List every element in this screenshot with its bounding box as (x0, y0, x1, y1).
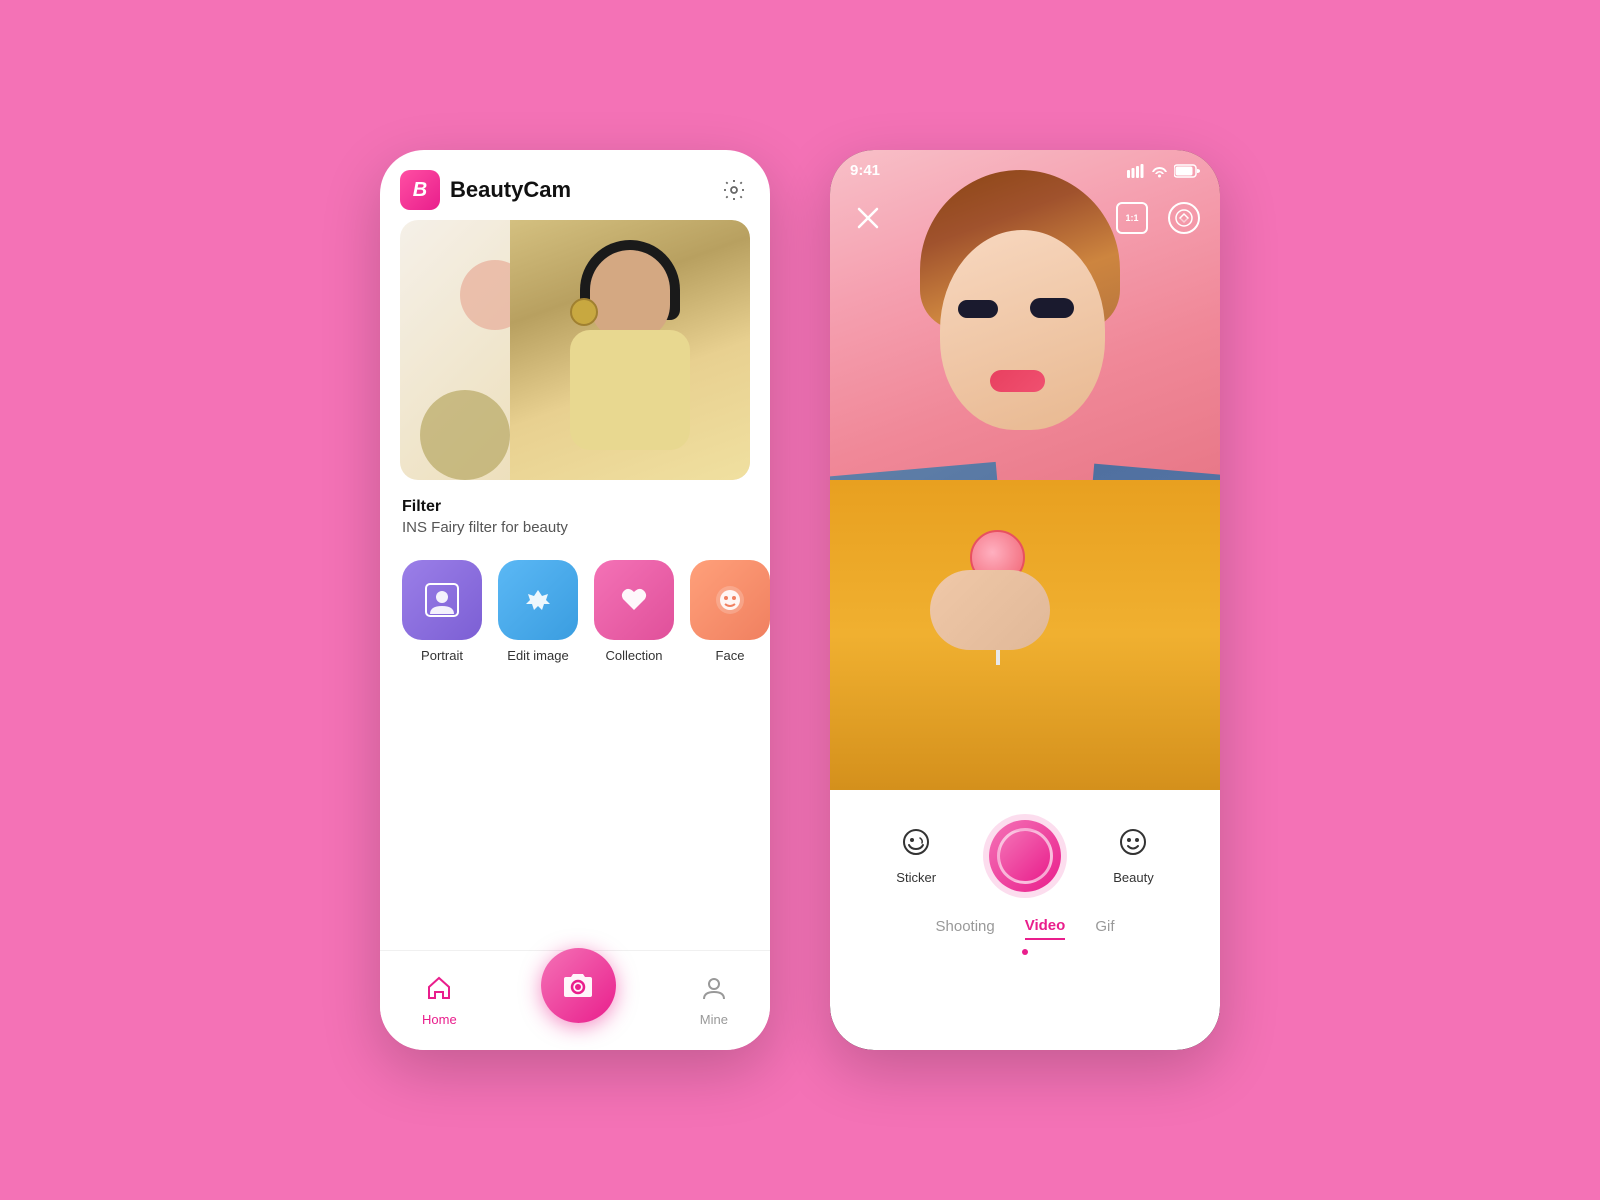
face-label: Face (716, 648, 745, 663)
eye-right (1030, 298, 1074, 318)
right-phone: 9:41 (830, 150, 1220, 1050)
beauty-label: Beauty (1113, 870, 1153, 885)
person-figure (540, 230, 720, 480)
home-label: Home (422, 1012, 457, 1027)
active-dot (1022, 949, 1028, 955)
settings-icon[interactable] (718, 174, 750, 206)
sticker-control[interactable]: Sticker (896, 827, 936, 885)
beauty-control[interactable]: Beauty (1113, 827, 1153, 885)
feature-icons-row: Portrait Edit image Collection (380, 550, 770, 673)
portrait-label: Portrait (421, 648, 463, 663)
hand (930, 570, 1050, 650)
app-logo: B (400, 170, 440, 210)
home-icon (426, 975, 452, 1008)
app-title: BeautyCam (450, 177, 571, 203)
edit-image-icon-box[interactable] (498, 560, 578, 640)
feature-face[interactable]: Face (690, 560, 770, 663)
tab-shooting[interactable]: Shooting (936, 918, 995, 939)
status-bar: 9:41 (830, 150, 1220, 187)
camera-control-row: Sticker Beauty (850, 810, 1200, 902)
camera-viewfinder: 1:1 (830, 150, 1220, 790)
feature-edit-image[interactable]: Edit image (498, 560, 578, 663)
active-mode-indicator (850, 949, 1200, 955)
collection-label: Collection (605, 648, 662, 663)
tab-video[interactable]: Video (1025, 917, 1066, 940)
hero-person-image (510, 220, 750, 480)
hero-banner (400, 220, 750, 480)
logo-area: B BeautyCam (400, 170, 571, 210)
nav-mine[interactable]: Mine (700, 975, 728, 1027)
mode-tabs: Shooting Video Gif (850, 902, 1200, 945)
sticker-icon (901, 827, 931, 864)
status-time: 9:41 (850, 162, 880, 179)
shutter-inner (997, 828, 1053, 884)
aspect-ratio-button[interactable]: 1:1 (1116, 202, 1148, 234)
filter-label: Filter (402, 498, 748, 516)
camera-fab-button[interactable] (541, 948, 616, 1023)
tab-gif[interactable]: Gif (1095, 918, 1114, 939)
filter-info: Filter INS Fairy filter for beauty (380, 480, 770, 550)
person-body (570, 330, 690, 450)
camera-bottom-panel: Sticker Beauty Shooting Vi (830, 790, 1220, 1050)
collection-icon-box[interactable] (594, 560, 674, 640)
app-header: B BeautyCam (380, 150, 770, 220)
left-phone: B BeautyCam F (380, 150, 770, 1050)
person-head (590, 250, 670, 340)
portrait-icon-box[interactable] (402, 560, 482, 640)
lips (990, 370, 1045, 392)
flip-camera-button[interactable] (1168, 202, 1200, 234)
shutter-button[interactable] (989, 820, 1061, 892)
close-button[interactable] (850, 200, 886, 236)
feature-collection[interactable]: Collection (594, 560, 674, 663)
mine-icon (701, 975, 727, 1008)
feature-portrait[interactable]: Portrait (402, 560, 482, 663)
face-icon-box[interactable] (690, 560, 770, 640)
mine-label: Mine (700, 1012, 728, 1027)
decoration-circle-olive (420, 390, 510, 480)
nav-home[interactable]: Home (422, 975, 457, 1027)
bottom-navigation: Home Mine (380, 950, 770, 1050)
eye-left (958, 300, 998, 318)
earring-decoration (570, 298, 598, 326)
sticker-label: Sticker (896, 870, 936, 885)
beauty-icon (1118, 827, 1148, 864)
face-shape (940, 230, 1105, 430)
status-icons (1127, 164, 1200, 178)
filter-subtitle: INS Fairy filter for beauty (402, 519, 748, 536)
edit-image-label: Edit image (507, 648, 568, 663)
